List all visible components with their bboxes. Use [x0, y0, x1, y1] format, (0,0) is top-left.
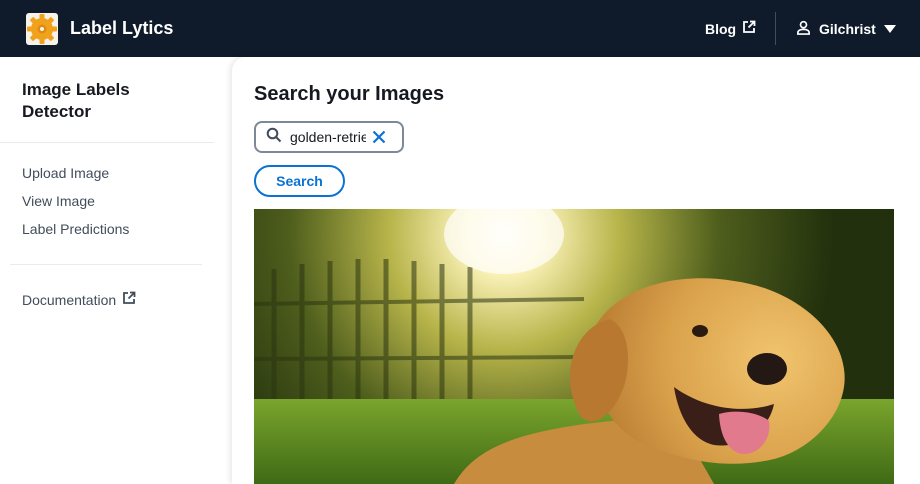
search-icon — [266, 127, 282, 148]
clear-icon[interactable] — [372, 130, 386, 144]
search-input[interactable]: golden-retriever — [254, 121, 404, 153]
blog-label: Blog — [705, 20, 737, 37]
result-image[interactable] — [254, 209, 894, 484]
page-title: Search your Images — [254, 83, 445, 105]
app-logo-icon[interactable] — [26, 13, 58, 45]
top-navigation: Label Lytics Blog Gilchrist — [0, 0, 920, 57]
user-name: Gilchrist — [819, 21, 876, 37]
user-menu[interactable]: Gilchrist — [796, 20, 896, 38]
sidebar-item-upload-image[interactable]: Upload Image — [22, 165, 109, 181]
user-profile-icon — [796, 20, 811, 38]
sidenav-header[interactable]: Image Labels Detector — [22, 79, 202, 123]
caret-down-icon — [883, 21, 896, 37]
sidenav-divider — [0, 142, 214, 143]
sidenav-divider — [10, 264, 202, 265]
external-link-icon — [742, 20, 756, 37]
documentation-label: Documentation — [22, 291, 117, 308]
sidebar-item-documentation[interactable]: Documentation — [22, 291, 136, 308]
external-link-icon — [122, 291, 136, 308]
side-navigation: Image Labels Detector Upload Image View … — [0, 57, 232, 484]
sidebar-item-view-image[interactable]: View Image — [22, 193, 95, 209]
sidebar-item-label-predictions[interactable]: Label Predictions — [22, 221, 129, 237]
nav-divider — [775, 12, 776, 45]
search-button[interactable]: Search — [254, 165, 345, 197]
app-title[interactable]: Label Lytics — [70, 18, 173, 39]
search-value[interactable]: golden-retriever — [290, 129, 366, 145]
blog-link[interactable]: Blog — [705, 20, 756, 37]
